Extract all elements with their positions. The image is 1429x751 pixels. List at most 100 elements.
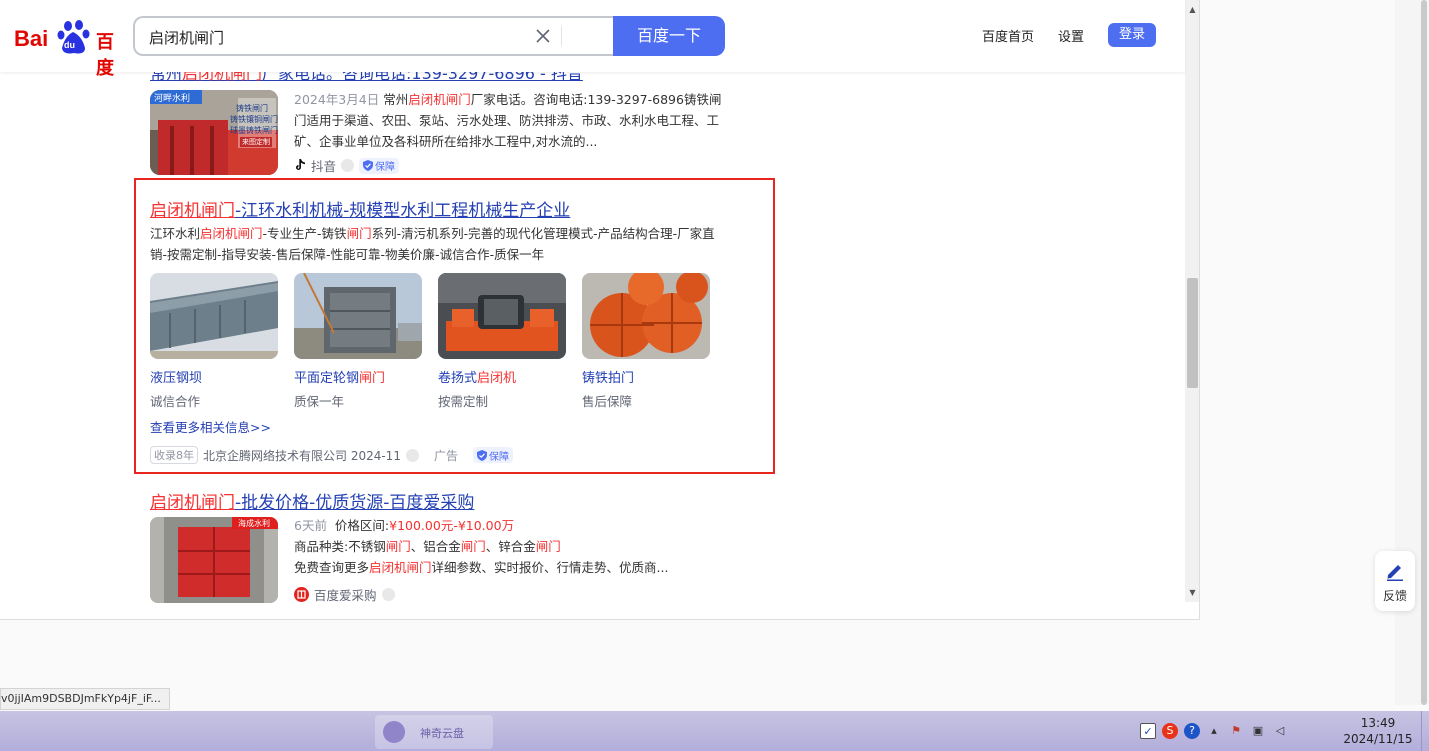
product-card[interactable]: 平面定轮钢闸门 质保一年 xyxy=(294,273,422,410)
ad-company[interactable]: 北京企腾网络技术有限公司 2024-11 xyxy=(203,447,401,464)
result1-image-caption: 铸铁闸门 xyxy=(236,104,268,113)
ad-title[interactable]: 启闭机闸门-江环水利机械-规模型水利工程机械生产企业 xyxy=(150,196,570,221)
result3-source: 百度爱采购 xyxy=(294,585,395,604)
indexed-years-tag: 收录8年 xyxy=(150,446,198,464)
feedback-label: 反馈 xyxy=(1382,589,1407,603)
search-input[interactable] xyxy=(149,27,529,47)
taskbar: 神奇云盘 ✓ S ? ▴ ⚑ ▣ ◁ 13:49 2024/11/15 xyxy=(0,711,1429,751)
price-range: ¥100.00元-¥10.00万 xyxy=(389,518,515,533)
result1-thumbnail[interactable]: 河畔水利 铸铁闸门 铸铁镶铜闸门 球墨铸铁闸门 来图定制 xyxy=(150,90,278,175)
window-scroll-thumb[interactable] xyxy=(1421,0,1427,705)
network-error-icon[interactable]: ⚑ xyxy=(1228,723,1244,739)
scroll-down-icon[interactable]: ▼ xyxy=(1185,585,1199,600)
settings-link[interactable]: 设置 xyxy=(1058,26,1084,45)
ad-desc-text: 江环水利 xyxy=(150,226,201,241)
status-bar-url: v0jjIAm9DSBDJmFkYp4jF_iF... xyxy=(0,688,170,710)
result3-title-rest: -批发价格-优质货源-百度爱采购 xyxy=(235,493,475,513)
types-text: 商品种类:不锈钢 xyxy=(294,539,386,554)
product-subtitle: 按需定制 xyxy=(438,394,489,409)
dropdown-icon[interactable] xyxy=(381,588,395,601)
product-name[interactable]: 平面定轮钢闸门 xyxy=(294,367,422,386)
shield-check-icon xyxy=(363,160,374,171)
more-text: 详细参数、实时报价、行情走势、优质商... xyxy=(431,560,669,575)
login-button[interactable]: 登录 xyxy=(1108,23,1156,47)
safe-badge-label: 保障 xyxy=(488,451,509,463)
search-button[interactable]: 百度一下 xyxy=(613,16,725,56)
result1-image-caption: 球墨铸铁闸门 xyxy=(230,126,278,135)
product-name[interactable]: 铸铁拍门 xyxy=(582,367,710,386)
logo-bai: Bai xyxy=(14,26,49,51)
safe-badge[interactable]: 保障 xyxy=(359,157,400,174)
baidu-logo[interactable]: Bai du 百度 xyxy=(14,18,120,79)
system-clock[interactable]: 13:49 2024/11/15 xyxy=(1338,715,1418,747)
search-results: 常州启闭机闸门厂家电话。咨询电话:139-3297-6896 - 抖音 河畔水利… xyxy=(0,0,1185,619)
clock-time: 13:49 xyxy=(1360,716,1396,730)
view-more-link[interactable]: 查看更多相关信息>> xyxy=(150,417,271,436)
types-keyword: 闸门 xyxy=(385,539,411,554)
dropdown-icon[interactable] xyxy=(405,448,419,462)
product-image[interactable] xyxy=(438,273,566,359)
product-subtitle: 诚信合作 xyxy=(150,394,201,409)
show-desktop-button[interactable] xyxy=(1421,711,1429,751)
result1-date: 2024年3月4日 xyxy=(294,92,380,107)
shield-check-icon xyxy=(476,449,487,461)
safe-badge[interactable]: 保障 xyxy=(472,447,513,463)
dropdown-icon[interactable] xyxy=(341,159,355,172)
product-name[interactable]: 液压钢坝 xyxy=(150,367,278,386)
result3-time: 6天前 xyxy=(294,518,327,533)
product-name[interactable]: 卷扬式启闭机 xyxy=(438,367,566,386)
baidu-home-link[interactable]: 百度首页 xyxy=(982,26,1034,45)
product-image[interactable] xyxy=(150,273,278,359)
clear-icon[interactable] xyxy=(533,26,553,46)
search-header: Bai du 百度 百度一下 百度首页 设置 xyxy=(0,0,1185,79)
chevron-up-icon[interactable]: ▴ xyxy=(1206,723,1222,739)
help-icon[interactable]: ? xyxy=(1184,723,1200,739)
scrollbar-thumb[interactable] xyxy=(1187,278,1198,388)
system-tray: ✓ S ? ▴ ⚑ ▣ ◁ xyxy=(1140,715,1288,747)
product-name-text: 卷扬式 xyxy=(438,371,478,386)
notepad-icon[interactable]: ✓ xyxy=(1140,723,1156,739)
result1-source: 抖音 保障 xyxy=(294,156,400,175)
result3-types-line: 商品种类:不锈钢闸门、铝合金闸门、锌合金闸门 xyxy=(294,536,724,557)
product-card[interactable]: 液压钢坝 诚信合作 xyxy=(150,273,278,410)
taskbar-app[interactable]: 神奇云盘 xyxy=(375,715,493,749)
ad-source-row: 收录8年 北京企腾网络技术有限公司 2024-11 广告 保障 xyxy=(150,446,513,464)
douyin-icon xyxy=(296,159,305,170)
search-divider xyxy=(561,26,562,46)
snippet-keyword: 启闭机闸门 xyxy=(408,92,471,107)
scroll-up-icon[interactable]: ▲ xyxy=(1185,2,1199,17)
aicaigou-icon xyxy=(294,587,309,602)
more-text: 免费查询更多 xyxy=(294,560,370,575)
product-image[interactable] xyxy=(582,273,710,359)
result1-image-caption: 河畔水利 xyxy=(154,94,191,104)
product-image[interactable] xyxy=(294,273,422,359)
result3-source-name[interactable]: 百度爱采购 xyxy=(314,585,377,604)
types-keyword: 闸门 xyxy=(460,539,486,554)
result3-title[interactable]: 启闭机闸门-批发价格-优质货源-百度爱采购 xyxy=(150,488,474,513)
red-gate-photo-icon xyxy=(150,517,278,603)
hoist-photo-icon xyxy=(438,273,566,359)
product-card[interactable]: 铸铁拍门 售后保障 xyxy=(582,273,710,410)
device-icon[interactable]: ▣ xyxy=(1250,723,1266,739)
feedback-button[interactable]: 反馈 xyxy=(1375,551,1415,611)
product-subtitle: 售后保障 xyxy=(582,394,633,409)
search-box[interactable] xyxy=(133,16,615,56)
result3-title-keyword: 启闭机闸门 xyxy=(150,493,235,513)
types-text: 、锌合金 xyxy=(485,539,536,554)
result1-source-name[interactable]: 抖音 xyxy=(311,156,336,175)
logo-baidu-cn: 百度 xyxy=(96,32,114,79)
ad-title-rest: -江环水利机械-规模型水利工程机械生产企业 xyxy=(235,201,571,221)
sogou-icon[interactable]: S xyxy=(1162,723,1178,739)
result3-snippet: 6天前 价格区间:¥100.00元-¥10.00万 商品种类:不锈钢闸门、铝合金… xyxy=(294,515,724,578)
pencil-icon xyxy=(1387,565,1403,581)
ad-title-keyword: 启闭机闸门 xyxy=(150,201,235,221)
product-name-text: 铸铁拍门 xyxy=(582,371,635,386)
volume-icon[interactable]: ◁ xyxy=(1272,723,1288,739)
page-scrollbar[interactable]: ▲ ▼ xyxy=(1185,0,1199,602)
result1-image-caption: 来图定制 xyxy=(240,137,272,147)
steel-dam-photo-icon xyxy=(150,273,278,359)
result3-thumbnail[interactable]: 海成水利 xyxy=(150,517,278,603)
result3-more-line: 免费查询更多启闭机闸门详细参数、实时报价、行情走势、优质商... xyxy=(294,557,724,578)
product-card[interactable]: 卷扬式启闭机 按需定制 xyxy=(438,273,566,410)
product-name-text: 平面定轮钢 xyxy=(294,371,360,386)
